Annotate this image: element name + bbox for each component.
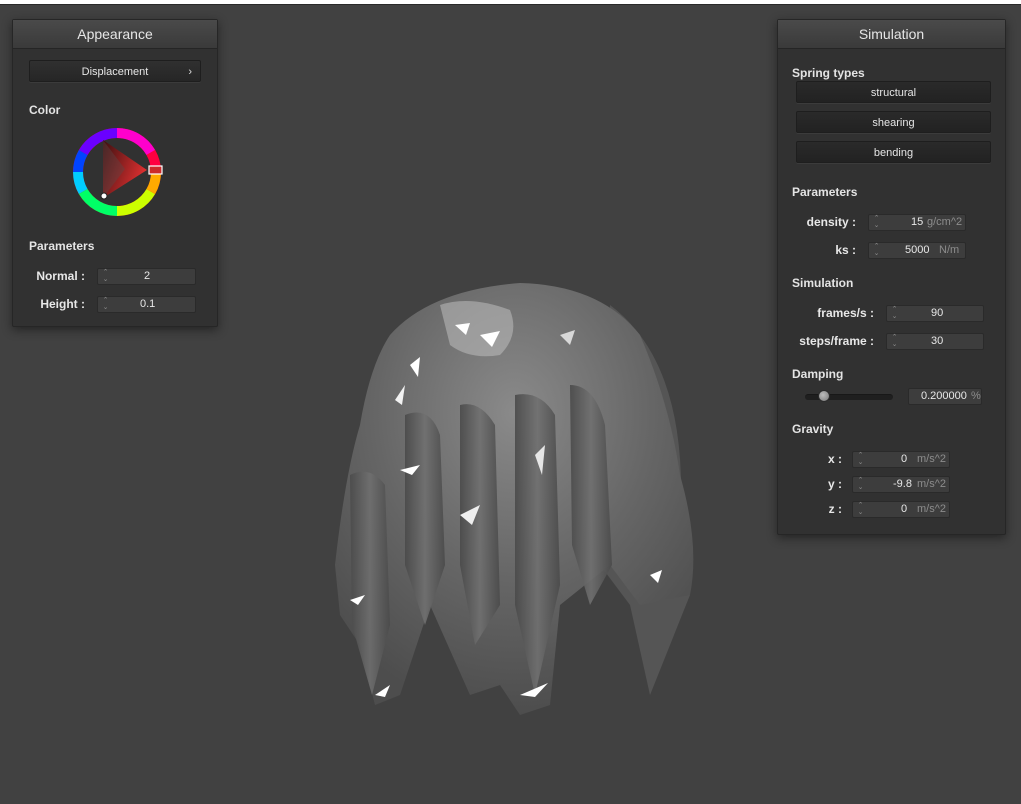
bending-button[interactable]: bending xyxy=(796,141,991,163)
normal-label: Normal : xyxy=(36,269,85,283)
appearance-title[interactable]: Appearance xyxy=(13,20,217,49)
displacement-shader-button[interactable]: Displacement › xyxy=(29,60,201,82)
gravity-y-input[interactable]: ⌃ ⌄ -9.8 m/s^2 xyxy=(852,476,950,493)
density-input[interactable]: ⌃ ⌄ 15 g/cm^2 xyxy=(868,214,966,231)
hue-marker xyxy=(148,165,163,175)
damping-slider-handle[interactable] xyxy=(817,390,830,402)
steps-per-frame-input[interactable]: ⌃ ⌄ 30 xyxy=(886,333,984,350)
ks-input[interactable]: ⌃ ⌄ 5000 N/m xyxy=(868,242,966,259)
normal-input[interactable]: ⌃ ⌄ 2 xyxy=(97,268,196,285)
frames-per-second-input[interactable]: ⌃ ⌄ 90 xyxy=(886,305,984,322)
gravity-label: Gravity xyxy=(792,422,834,436)
steps-per-frame-label: steps/frame : xyxy=(799,334,874,348)
spinner-icon[interactable]: ⌃ ⌄ xyxy=(890,306,899,321)
gravity-z-input[interactable]: ⌃ ⌄ 0 m/s^2 xyxy=(852,501,950,518)
structural-button[interactable]: structural xyxy=(796,81,991,103)
frames-per-second-label: frames/s : xyxy=(817,306,874,320)
spinner-icon[interactable]: ⌃ ⌄ xyxy=(890,334,899,349)
color-label: Color xyxy=(29,103,61,117)
simulation-title[interactable]: Simulation xyxy=(778,20,1005,49)
gravity-z-label: z : xyxy=(828,502,842,516)
height-input[interactable]: ⌃ ⌄ 0.1 xyxy=(97,296,196,313)
spinner-icon[interactable]: ⌃ ⌄ xyxy=(872,215,881,230)
gravity-y-label: y : xyxy=(827,477,842,491)
damping-label: Damping xyxy=(792,367,844,381)
spring-types-label: Spring types xyxy=(792,66,865,80)
triangle-marker xyxy=(100,192,108,200)
ks-label: ks : xyxy=(835,243,856,257)
height-label: Height : xyxy=(40,297,85,311)
damping-input[interactable]: 0.200000 % xyxy=(908,388,982,405)
displacement-label: Displacement xyxy=(81,66,149,78)
density-label: density : xyxy=(806,215,856,229)
gravity-x-input[interactable]: ⌃ ⌄ 0 m/s^2 xyxy=(852,451,950,468)
appearance-panel: Appearance Displacement › Color Paramete… xyxy=(12,19,218,327)
color-wheel[interactable] xyxy=(63,118,173,228)
appearance-parameters-label: Parameters xyxy=(29,239,95,253)
simulation-section-label: Simulation xyxy=(792,276,854,290)
spinner-icon[interactable]: ⌃ ⌄ xyxy=(856,477,865,492)
3d-viewport[interactable]: Appearance Displacement › Color Paramete… xyxy=(0,5,1021,804)
sim-parameters-label: Parameters xyxy=(792,185,858,199)
spinner-icon[interactable]: ⌃ ⌄ xyxy=(101,269,110,284)
spinner-icon[interactable]: ⌃ ⌄ xyxy=(872,243,881,258)
gravity-x-label: x : xyxy=(827,452,842,466)
spinner-icon[interactable]: ⌃ ⌄ xyxy=(856,502,865,517)
shearing-button[interactable]: shearing xyxy=(796,111,991,133)
simulation-panel: Simulation Spring types structural shear… xyxy=(777,19,1006,535)
spinner-icon[interactable]: ⌃ ⌄ xyxy=(101,297,110,312)
spinner-icon[interactable]: ⌃ ⌄ xyxy=(856,452,865,467)
chevron-right-icon: › xyxy=(188,66,192,78)
